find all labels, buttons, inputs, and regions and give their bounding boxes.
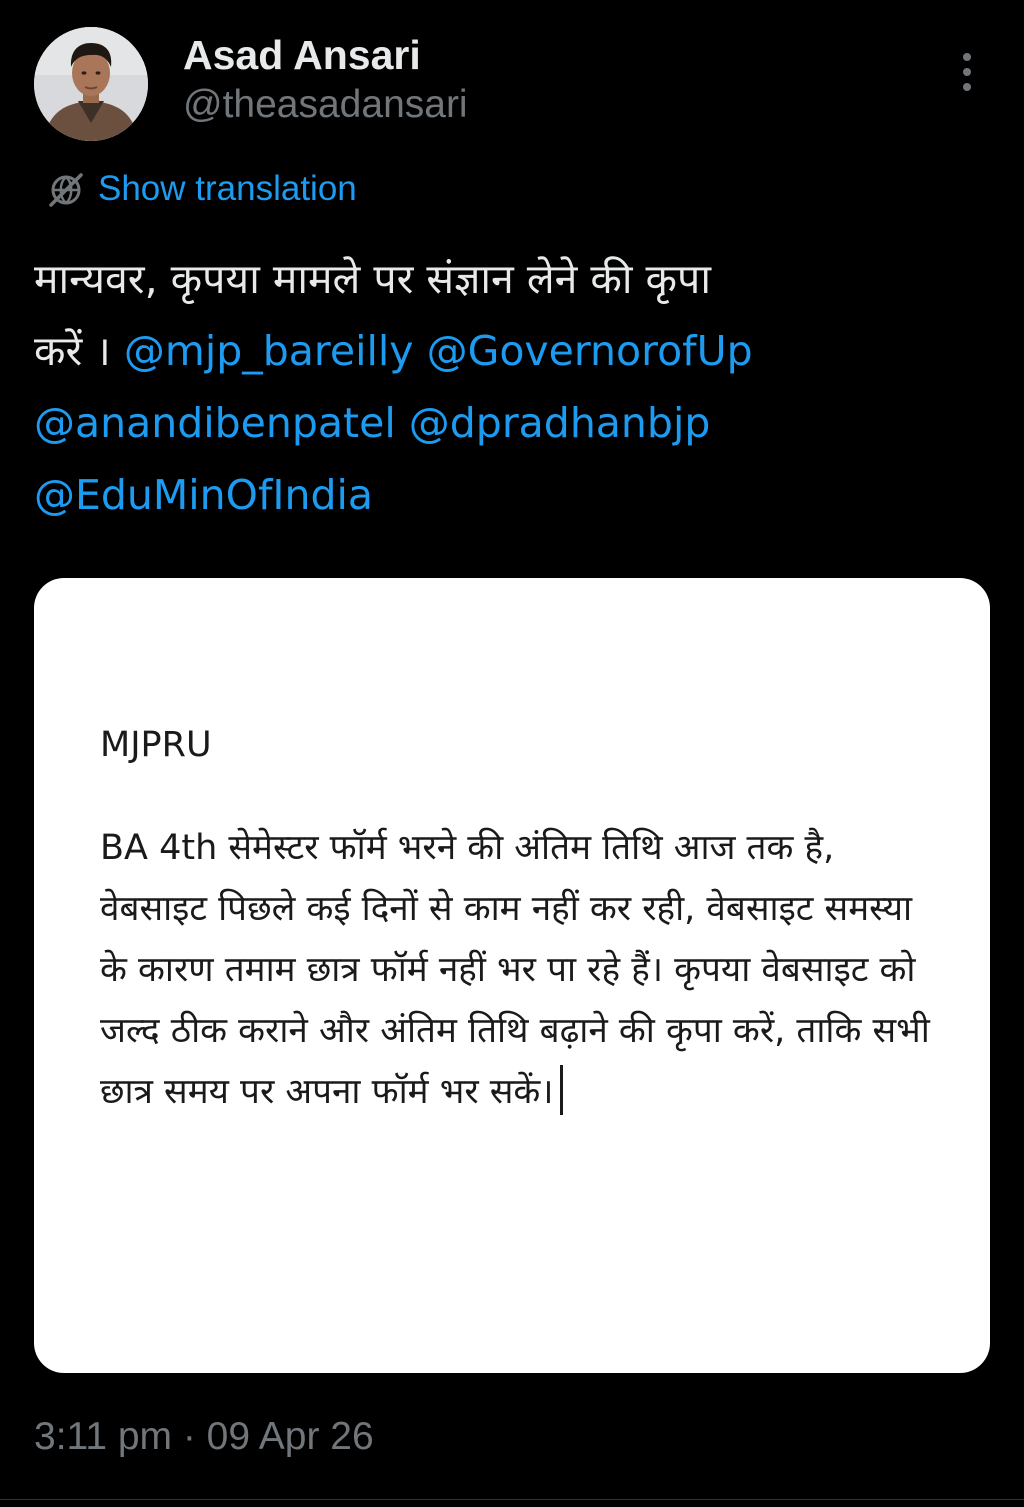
tweet-text-line2: करें । bbox=[34, 327, 111, 375]
author-display-name[interactable]: Asad Ansari bbox=[183, 30, 421, 80]
author-handle[interactable]: @theasadansari bbox=[183, 81, 468, 129]
mention-anandibenpatel[interactable]: @anandibenpatel bbox=[34, 399, 396, 447]
note-body-text: BA 4th सेमेस्टर फॉर्म भरने की अंतिम तिथि… bbox=[100, 828, 930, 1112]
more-options-icon[interactable] bbox=[950, 50, 984, 94]
tweet-timestamp[interactable]: 3:11 pm · 09 Apr 26 bbox=[34, 1412, 374, 1462]
mention-dpradhanbjp[interactable]: @dpradhanbjp bbox=[409, 399, 711, 447]
tweet-media-image[interactable]: MJPRU BA 4th सेमेस्टर फॉर्म भरने की अंति… bbox=[34, 578, 990, 1373]
mention-eduminofindia[interactable]: @EduMinOfIndia bbox=[34, 471, 373, 519]
note-body: BA 4th सेमेस्टर फॉर्म भरने की अंतिम तिथि… bbox=[100, 818, 930, 1123]
mention-mjp-bareilly[interactable]: @mjp_bareilly bbox=[124, 327, 414, 375]
divider bbox=[0, 1499, 1024, 1500]
text-cursor bbox=[559, 1065, 563, 1115]
show-translation-link[interactable]: Show translation bbox=[46, 166, 357, 212]
globe-translate-icon bbox=[49, 173, 83, 207]
show-translation-label: Show translation bbox=[98, 169, 357, 208]
tweet-text-line1: मान्यवर, कृपया मामले पर संज्ञान लेने की … bbox=[34, 255, 711, 303]
mention-governor-of-up[interactable]: @GovernorofUp bbox=[427, 327, 753, 375]
user-avatar-icon bbox=[34, 27, 148, 141]
note-title: MJPRU bbox=[100, 725, 212, 765]
tweet-text: मान्यवर, कृपया मामले पर संज्ञान लेने की … bbox=[34, 243, 994, 531]
avatar[interactable] bbox=[34, 27, 148, 141]
